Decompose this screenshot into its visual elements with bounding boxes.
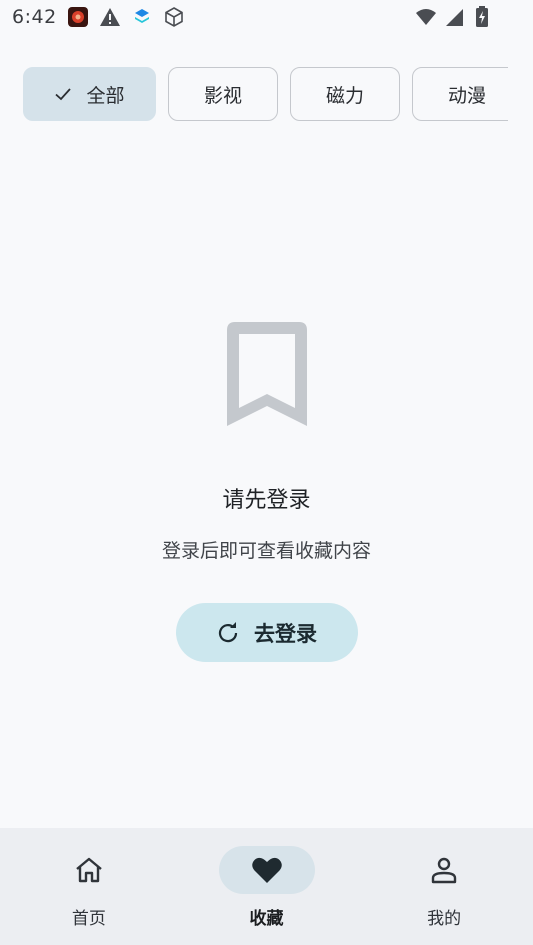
- nav-icon-container: [218, 846, 315, 894]
- layers-icon: [131, 6, 153, 28]
- status-system-icons: [415, 6, 493, 28]
- warning-icon: [99, 6, 121, 28]
- chip-magnet[interactable]: 磁力: [290, 67, 400, 121]
- refresh-icon: [218, 621, 238, 642]
- home-icon: [76, 857, 102, 883]
- status-notification-icons: [67, 6, 185, 28]
- status-time: 6:42: [12, 6, 57, 28]
- nav-item-profile[interactable]: 我的: [355, 828, 533, 945]
- nav-icon-container: [41, 846, 137, 894]
- chip-label: 动漫: [447, 84, 486, 107]
- nav-label: 首页: [71, 909, 106, 929]
- status-bar: 6:42: [0, 0, 533, 34]
- login-button-label: 去登录: [254, 621, 317, 646]
- chip-label: 影视: [203, 84, 242, 107]
- nav-item-favorites[interactable]: 收藏: [178, 828, 356, 945]
- cube-icon: [163, 6, 185, 28]
- heart-icon: [251, 857, 282, 883]
- chip-anime[interactable]: 动漫: [412, 67, 508, 121]
- category-filter-chips: 全部 影视 磁力 动漫: [23, 67, 508, 121]
- person-icon: [431, 857, 457, 884]
- login-button[interactable]: 去登录: [175, 603, 358, 662]
- empty-state: 请先登录 登录后即可查看收藏内容 去登录: [0, 320, 533, 662]
- nav-label: 我的: [427, 909, 462, 929]
- nav-label: 收藏: [249, 909, 284, 929]
- empty-description: 登录后即可查看收藏内容: [161, 540, 371, 562]
- check-icon: [55, 88, 72, 101]
- wifi-icon: [415, 6, 437, 28]
- bookmark-icon: [226, 322, 307, 426]
- battery-icon: [471, 6, 493, 28]
- chip-all[interactable]: 全部: [23, 67, 156, 121]
- bottom-navigation: 首页 收藏 我的: [0, 828, 533, 945]
- chip-movies[interactable]: 影视: [168, 67, 278, 121]
- nav-item-home[interactable]: 首页: [0, 828, 178, 945]
- chip-label: 全部: [86, 84, 125, 107]
- favorites-screen: 6:42 全部 影视 磁力 动漫 请先登录 登录后即可查看收藏内容 去登录 首页…: [0, 0, 533, 945]
- signal-icon: [443, 6, 465, 28]
- app-icon: [67, 6, 89, 28]
- chip-label: 磁力: [325, 84, 364, 107]
- empty-title: 请先登录: [222, 488, 311, 513]
- nav-icon-container: [396, 846, 492, 894]
